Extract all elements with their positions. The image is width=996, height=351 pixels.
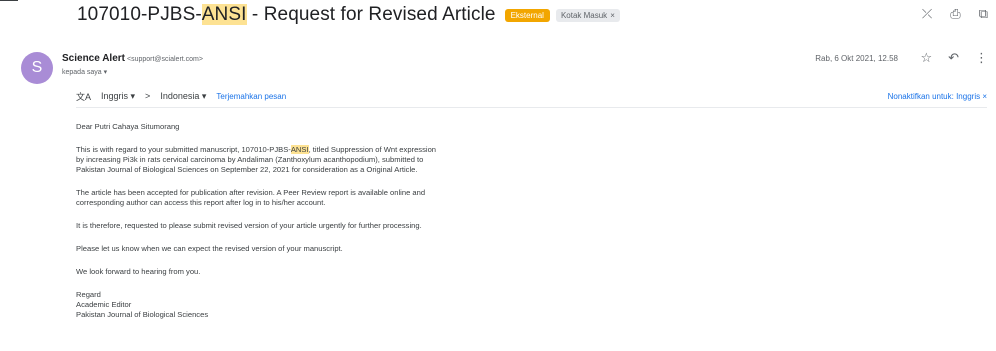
subject-highlight: ANSI	[201, 4, 247, 25]
disable-translation-link[interactable]: Nonaktifkan untuk: Inggris ×	[888, 92, 987, 101]
translate-message-link[interactable]: Terjemahkan pesan	[216, 92, 286, 101]
sender-line: Science Alert <support@scialert.com>	[62, 53, 203, 64]
source-language-select[interactable]: Inggris ▾	[101, 91, 135, 102]
translate-icon: 文A	[76, 91, 92, 102]
inbox-label[interactable]: Kotak Masuk ×	[555, 8, 620, 22]
chevron-right-icon: >	[145, 91, 151, 101]
email-date: Rab, 6 Okt 2021, 12.58	[815, 54, 898, 63]
body-paragraph-5: We look forward to hearing from you.	[76, 267, 201, 276]
more-options-icon[interactable]: ⋮	[975, 50, 988, 66]
signature: Regard Academic Editor Pakistan Journal …	[76, 290, 209, 319]
body-paragraph-3: It is therefore, requested to please sub…	[76, 221, 422, 230]
translate-bar: 文A Inggris ▾ > Indonesia ▾ Terjemahkan p…	[76, 85, 987, 108]
recipient-dropdown[interactable]: kepada saya ▾	[62, 68, 107, 76]
reply-icon[interactable]: ↶	[948, 50, 959, 66]
sender-name[interactable]: Science Alert	[62, 53, 125, 64]
sender-email: <support@scialert.com>	[127, 56, 203, 63]
body-highlight: ANSI	[290, 145, 309, 154]
body-paragraph-1: This is with regard to your submitted ma…	[76, 145, 437, 174]
close-icon[interactable]: ×	[982, 92, 987, 101]
greeting: Dear Putri Cahaya Situmorang	[76, 122, 180, 131]
external-label: Eksternal	[504, 8, 550, 22]
email-body: Dear Putri Cahaya Situmorang This is wit…	[76, 122, 546, 333]
remove-label-icon[interactable]: ×	[610, 11, 615, 20]
header-actions: ⤫ ⎙ ⧉	[922, 6, 988, 22]
email-subject-row: 107010-PJBS-ANSI - Request for Revised A…	[77, 4, 620, 26]
email-subject: 107010-PJBS-ANSI - Request for Revised A…	[77, 4, 496, 25]
top-divider	[0, 0, 18, 1]
avatar[interactable]: S	[21, 52, 53, 84]
star-icon[interactable]: ☆	[920, 50, 932, 66]
body-paragraph-2: The article has been accepted for public…	[76, 188, 426, 207]
message-actions: ☆ ↶ ⋮	[920, 50, 988, 66]
target-language-select[interactable]: Indonesia ▾	[160, 91, 206, 102]
print-icon[interactable]: ⎙	[950, 6, 960, 22]
body-paragraph-4: Please let us know when we can expect th…	[76, 244, 343, 253]
open-in-new-icon[interactable]: ⧉	[979, 6, 988, 22]
collapse-icon[interactable]: ⤫	[922, 6, 932, 22]
